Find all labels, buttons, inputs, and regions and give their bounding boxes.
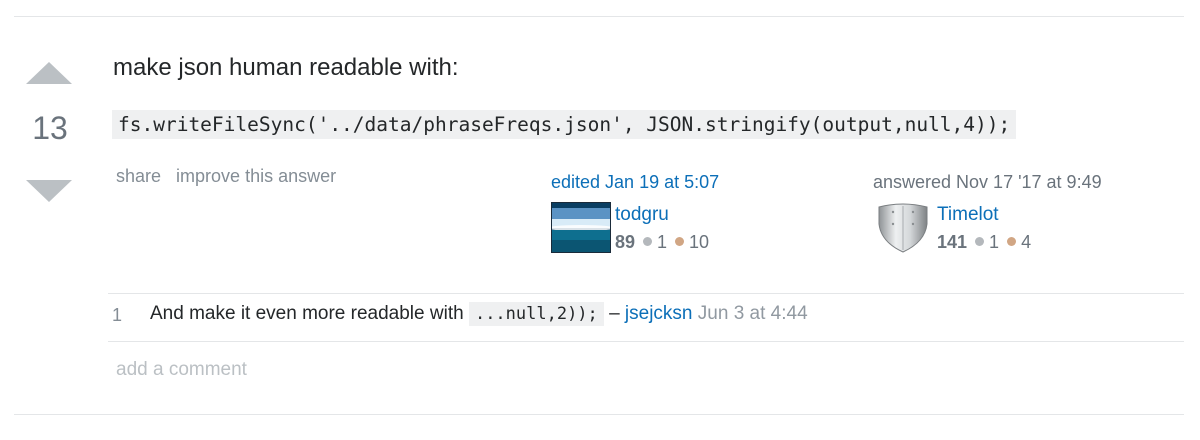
downvote-arrow-icon[interactable] [26, 180, 72, 202]
editor-avatar[interactable] [551, 202, 611, 253]
editor-silver-count: 1 [657, 232, 668, 252]
comment-divider [108, 293, 1184, 294]
silver-badge-icon [643, 236, 653, 246]
comment-dash: – [609, 303, 620, 324]
bronze-badge-icon [675, 236, 685, 246]
editor-name-link[interactable]: todgru [615, 204, 669, 226]
editor-bronze-count: 10 [689, 232, 710, 252]
author-avatar[interactable] [873, 202, 933, 253]
comment-user-link[interactable]: jsejcksn [625, 303, 693, 324]
comment-code: ...null,2)); [468, 302, 604, 326]
author-silver-count: 1 [989, 232, 1000, 252]
author-reputation: 141 [937, 232, 968, 252]
bottom-divider [14, 414, 1184, 415]
comment-text: And make it even more readable with [150, 303, 464, 324]
comment-score: 1 [112, 305, 123, 325]
comment-divider [108, 341, 1184, 342]
author-stats: 141 1 4 [937, 232, 1039, 253]
bronze-badge-icon [1007, 236, 1017, 246]
comment-date[interactable]: Jun 3 at 4:44 [698, 303, 808, 324]
editor-stats: 89 1 10 [615, 232, 717, 253]
add-comment-link[interactable]: add a comment [116, 359, 247, 381]
answer-text: make json human readable with: [113, 54, 459, 81]
silver-badge-icon [975, 236, 985, 246]
author-bronze-count: 4 [1021, 232, 1032, 252]
share-link[interactable]: share [116, 166, 161, 186]
improve-answer-link[interactable]: improve this answer [176, 166, 336, 186]
upvote-arrow-icon[interactable] [26, 62, 72, 84]
top-divider [14, 16, 1184, 17]
comment-body: And make it even more readable with ...n… [150, 302, 808, 326]
post-menu: share improve this answer [116, 166, 346, 187]
answered-timestamp: answered Nov 17 '17 at 9:49 [873, 172, 1102, 192]
vote-count: 13 [32, 110, 68, 146]
answer-code: fs.writeFileSync('../data/phraseFreqs.js… [112, 110, 1017, 139]
author-name-link[interactable]: Timelot [937, 204, 999, 226]
edited-timestamp-link[interactable]: edited Jan 19 at 5:07 [551, 172, 719, 193]
editor-reputation: 89 [615, 232, 636, 252]
